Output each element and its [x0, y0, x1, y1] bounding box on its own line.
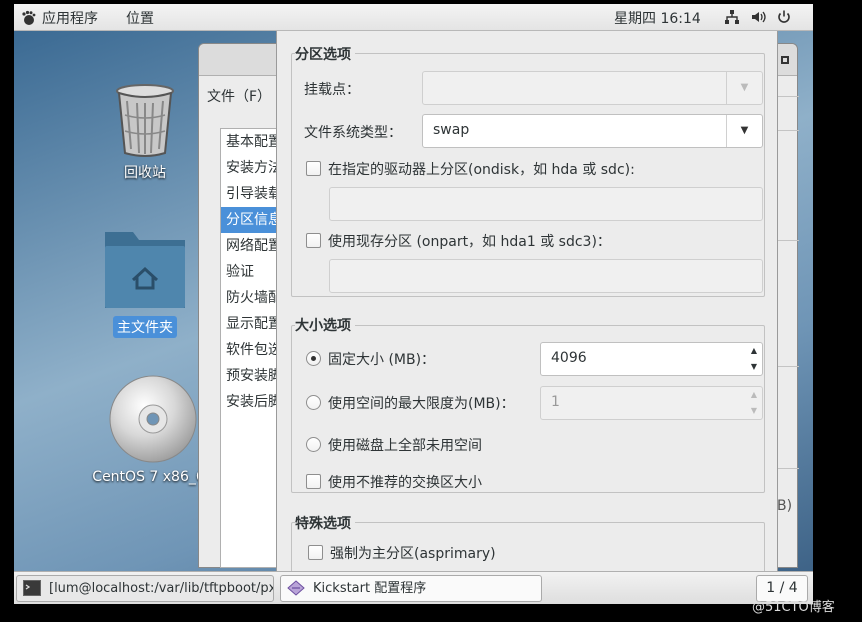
fs-type-label: 文件系统类型： [304, 125, 402, 141]
partition-options-dialog: 分区选项 挂载点： ▼ 文件系统类型： swap ▼ 在指定的驱动器上分区(on… [276, 31, 778, 571]
top-panel: 应用程序 位置 星期四 16:14 [14, 4, 813, 31]
divider [777, 240, 799, 241]
desktop-icon-trash[interactable]: 回收站 [109, 83, 181, 183]
fixed-size-radio[interactable] [306, 351, 321, 366]
mount-point-combo[interactable]: ▼ [422, 71, 763, 105]
maximize-icon[interactable] [781, 56, 789, 64]
max-size-radio[interactable] [306, 395, 321, 410]
kickstart-icon [287, 580, 305, 596]
divider [777, 130, 799, 131]
places-menu[interactable]: 位置 [126, 8, 154, 28]
terminal-icon [23, 580, 41, 596]
desktop-icon-home[interactable]: 主文件夹 [100, 226, 190, 338]
system-tray[interactable] [724, 9, 792, 25]
partition-options-title: 分区选项 [295, 44, 355, 64]
max-size-spinner[interactable]: 1 ▲ ▼ [540, 386, 763, 420]
task-terminal-label: [lum@localhost:/var/lib/tftpboot/px… [49, 581, 274, 596]
power-icon[interactable] [776, 9, 792, 25]
home-folder-icon [105, 232, 185, 308]
max-size-value: 1 [551, 394, 560, 410]
ondisk-input[interactable] [329, 187, 763, 221]
volume-icon[interactable] [750, 9, 766, 25]
asprimary-checkbox[interactable] [308, 545, 323, 560]
recommended-swap-label[interactable]: 使用不推荐的交换区大小 [328, 472, 482, 492]
optical-disc-icon [109, 375, 197, 463]
task-terminal[interactable]: [lum@localhost:/var/lib/tftpboot/px… [16, 575, 274, 602]
fixed-size-label[interactable]: 固定大小 (MB)： [328, 349, 435, 369]
onpart-input[interactable] [329, 259, 763, 293]
desktop-icon-label: 主文件夹 [113, 316, 177, 338]
network-icon[interactable] [724, 9, 740, 25]
spin-arrows-icon[interactable]: ▲ ▼ [746, 387, 762, 419]
menu-file[interactable]: 文件（F） [207, 89, 271, 105]
recommended-swap-checkbox[interactable] [306, 474, 321, 489]
fill-disk-radio[interactable] [306, 437, 321, 452]
task-kickstart-label: Kickstart 配置程序 [313, 581, 427, 596]
fs-type-value: swap [433, 122, 470, 138]
ondisk-label[interactable]: 在指定的驱动器上分区(ondisk，如 hda 或 sdc): [328, 159, 635, 179]
fill-disk-label[interactable]: 使用磁盘上全部未用空间 [328, 435, 482, 455]
chevron-down-icon[interactable]: ▼ [726, 72, 762, 104]
max-size-label[interactable]: 使用空间的最大限度为(MB)： [328, 393, 515, 413]
fixed-size-spinner[interactable]: 4096 ▲ ▼ [540, 342, 763, 376]
task-kickstart[interactable]: Kickstart 配置程序 [280, 575, 542, 602]
mount-point-label: 挂载点： [304, 82, 360, 98]
trash-icon [116, 84, 174, 157]
chevron-down-icon[interactable]: ▼ [726, 115, 762, 147]
spin-arrows-icon[interactable]: ▲ ▼ [746, 343, 762, 375]
divider [777, 366, 799, 367]
ondisk-checkbox[interactable] [306, 161, 321, 176]
onpart-checkbox[interactable] [306, 233, 321, 248]
asprimary-label[interactable]: 强制为主分区(asprimary) [330, 543, 496, 563]
desktop-icon-label: 回收站 [124, 165, 166, 181]
bottom-taskbar: [lum@localhost:/var/lib/tftpboot/px… Kic… [14, 571, 813, 604]
watermark: @51CTO博客 [752, 600, 835, 615]
divider [777, 96, 799, 97]
size-options-title: 大小选项 [295, 315, 355, 335]
onpart-label[interactable]: 使用现存分区 (onpart，如 hda1 或 sdc3)： [328, 231, 611, 251]
obscured-text: B) [777, 498, 793, 514]
gnome-foot-icon [22, 10, 36, 25]
fixed-size-value: 4096 [551, 350, 587, 366]
special-options-title: 特殊选项 [295, 513, 355, 533]
fs-type-combo[interactable]: swap ▼ [422, 114, 763, 148]
applications-menu[interactable]: 应用程序 [20, 8, 98, 28]
applications-menu-label: 应用程序 [42, 11, 98, 27]
divider [777, 468, 799, 469]
clock[interactable]: 星期四 16:14 [614, 8, 701, 28]
